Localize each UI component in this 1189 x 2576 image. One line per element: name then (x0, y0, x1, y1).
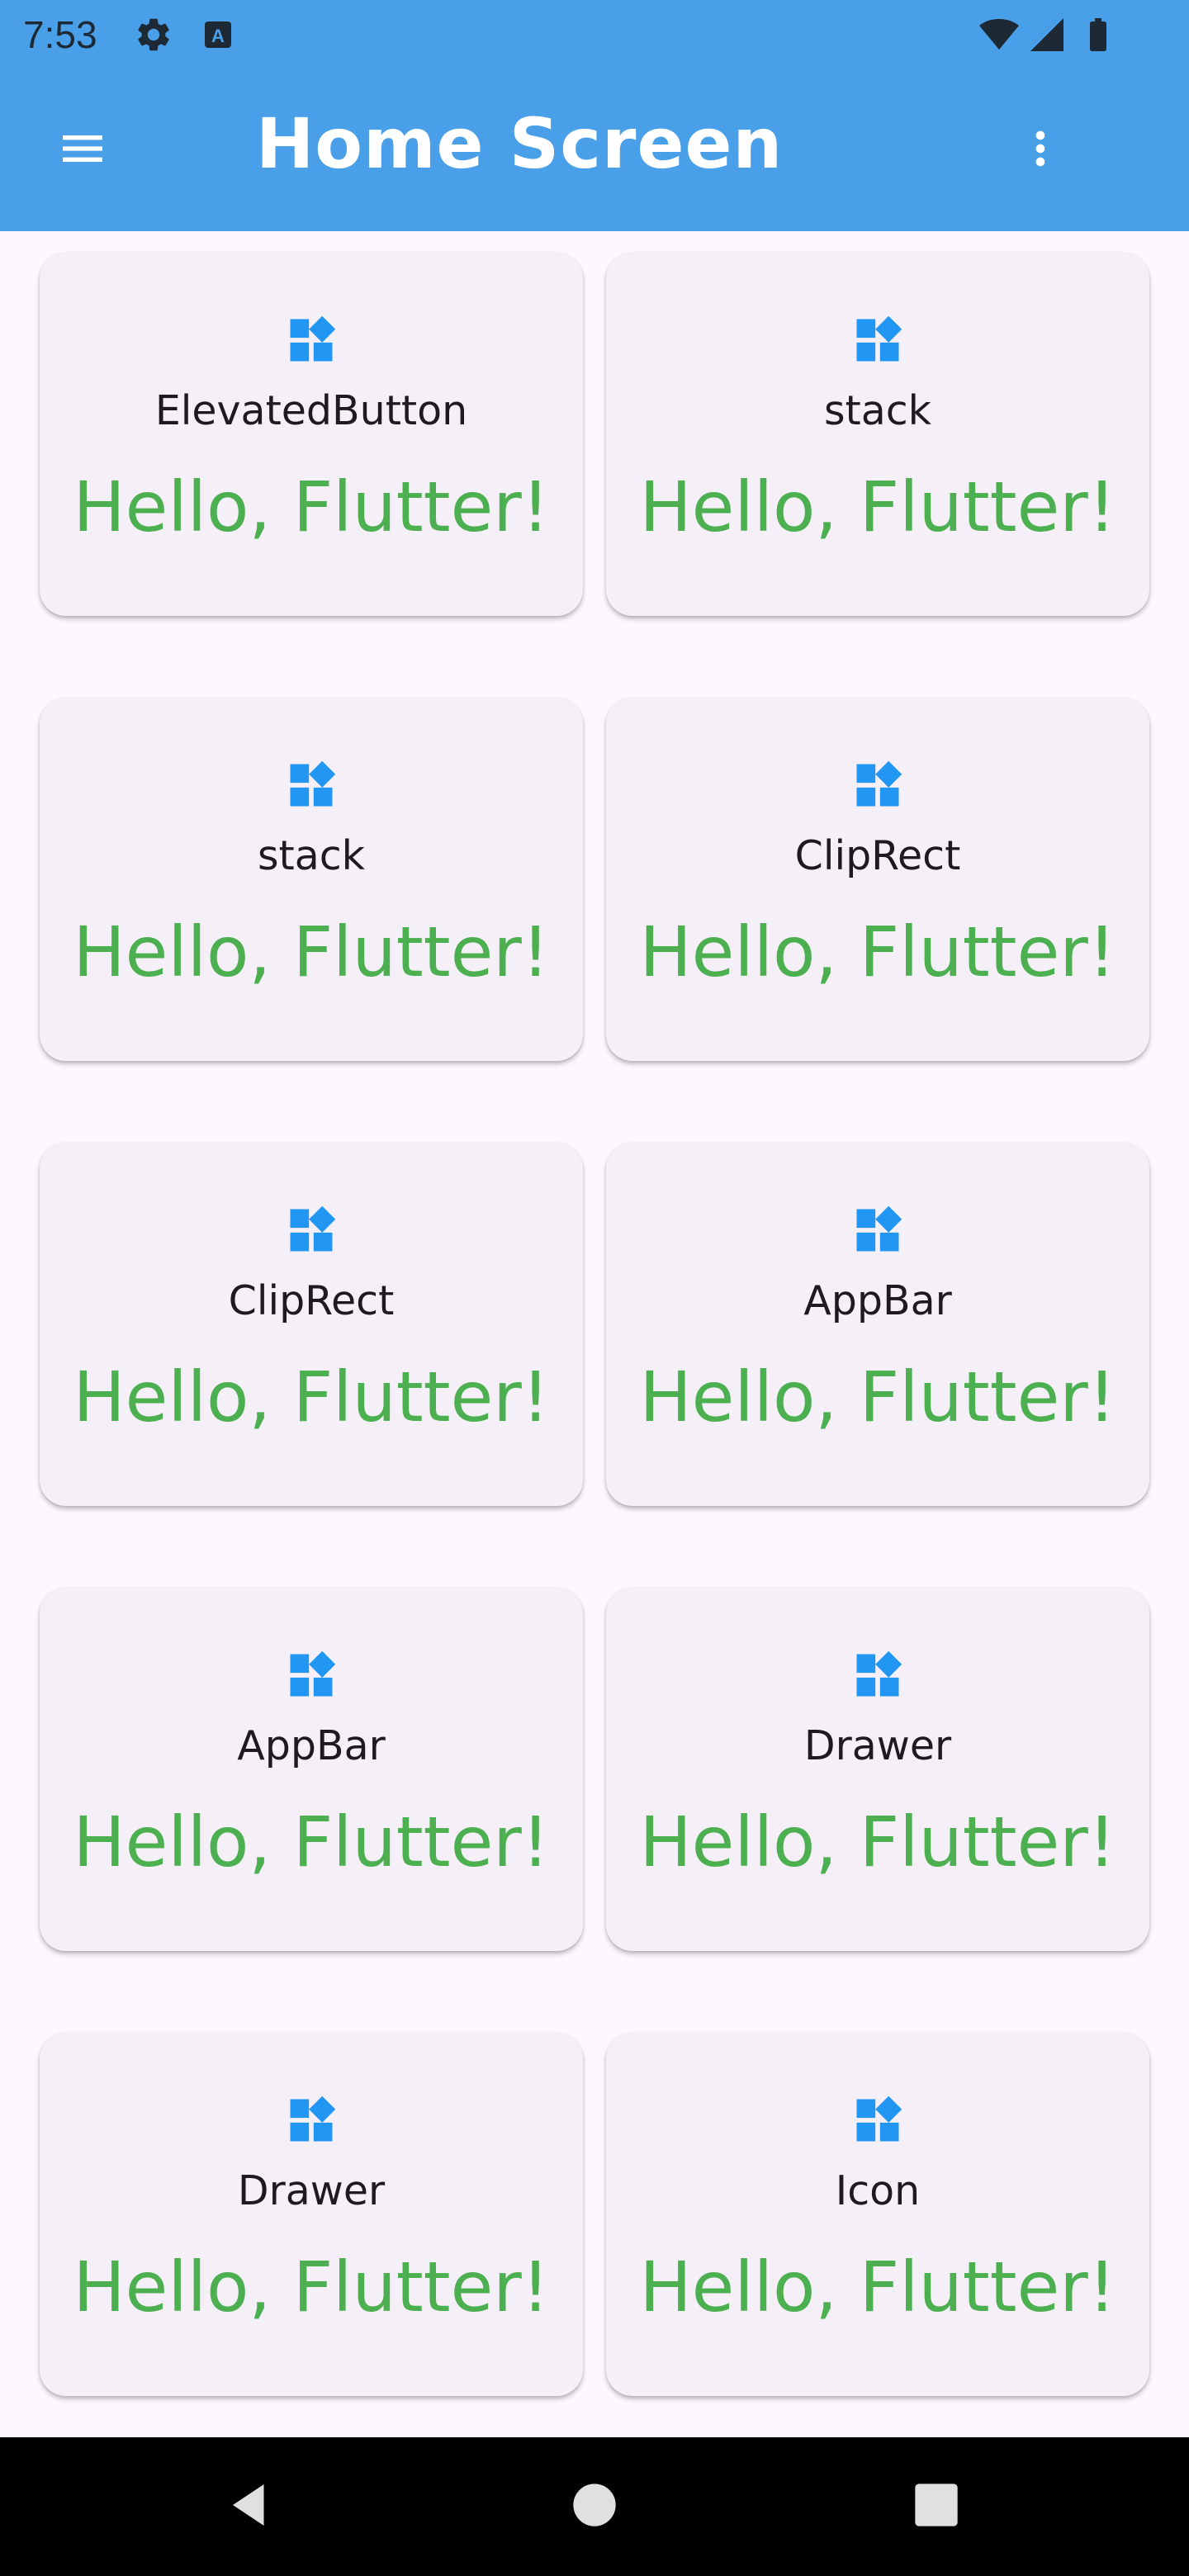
recents-icon (913, 2482, 959, 2532)
card-hello-text: Hello, Flutter! (639, 912, 1116, 992)
card-hello-text: Hello, Flutter! (639, 2247, 1116, 2327)
hamburger-menu-icon (56, 122, 109, 179)
card-hello-text: Hello, Flutter! (73, 1802, 550, 1882)
wifi-icon (979, 15, 1019, 54)
recents-button[interactable] (897, 2467, 976, 2546)
card[interactable]: stack Hello, Flutter! (40, 698, 583, 1061)
menu-button[interactable] (38, 106, 127, 195)
app-bar: Home Screen (0, 69, 1189, 231)
widgets-icon (283, 1202, 339, 1258)
card[interactable]: AppBar Hello, Flutter! (606, 1143, 1149, 1506)
card-label: Drawer (803, 1722, 952, 1769)
widgets-icon (283, 312, 339, 368)
card-label: ClipRect (228, 1277, 395, 1324)
status-bar: 7:53 A (0, 0, 1189, 69)
card[interactable]: ClipRect Hello, Flutter! (606, 698, 1149, 1061)
status-time: 7:53 (23, 13, 97, 56)
back-icon (225, 2480, 274, 2534)
card-hello-text: Hello, Flutter! (73, 466, 550, 547)
gear-icon (134, 15, 173, 54)
card-label: AppBar (237, 1722, 386, 1769)
more-vert-icon (1014, 122, 1067, 179)
card-label: ClipRect (794, 832, 961, 879)
card-grid: ElevatedButton Hello, Flutter! stack Hel… (0, 231, 1189, 2437)
home-icon (571, 2482, 618, 2532)
card-hello-text: Hello, Flutter! (639, 1357, 1116, 1437)
card[interactable]: Icon Hello, Flutter! (606, 2033, 1149, 2396)
svg-text:A: A (211, 26, 225, 46)
card-hello-text: Hello, Flutter! (73, 2247, 550, 2327)
card[interactable]: Drawer Hello, Flutter! (40, 2033, 583, 2396)
card-hello-text: Hello, Flutter! (73, 912, 550, 992)
card-hello-text: Hello, Flutter! (639, 466, 1116, 547)
card-hello-text: Hello, Flutter! (73, 1357, 550, 1437)
signal-icon (1027, 15, 1067, 54)
card[interactable]: Drawer Hello, Flutter! (606, 1588, 1149, 1951)
system-nav-bar (0, 2437, 1189, 2576)
card[interactable]: ClipRect Hello, Flutter! (40, 1143, 583, 1506)
home-button[interactable] (555, 2467, 634, 2546)
card-label: stack (257, 832, 366, 879)
battery-icon (1078, 15, 1118, 54)
keyboard-a-icon: A (198, 15, 238, 54)
card-label: AppBar (803, 1277, 952, 1324)
card[interactable]: ElevatedButton Hello, Flutter! (40, 253, 583, 616)
widgets-icon (850, 757, 906, 813)
widgets-icon (850, 1647, 906, 1703)
widgets-icon (850, 1202, 906, 1258)
card[interactable]: AppBar Hello, Flutter! (40, 1588, 583, 1951)
widgets-icon (850, 312, 906, 368)
card-label: Icon (835, 2167, 921, 2214)
card[interactable]: stack Hello, Flutter! (606, 253, 1149, 616)
card-label: stack (823, 387, 932, 434)
widgets-icon (850, 2092, 906, 2148)
widgets-icon (283, 1647, 339, 1703)
widgets-icon (283, 757, 339, 813)
widgets-icon (283, 2092, 339, 2148)
more-options-button[interactable] (999, 106, 1082, 195)
card-hello-text: Hello, Flutter! (639, 1802, 1116, 1882)
page-title: Home Screen (256, 103, 784, 184)
card-label: ElevatedButton (154, 387, 468, 434)
card-label: Drawer (237, 2167, 386, 2214)
back-button[interactable] (210, 2467, 289, 2546)
